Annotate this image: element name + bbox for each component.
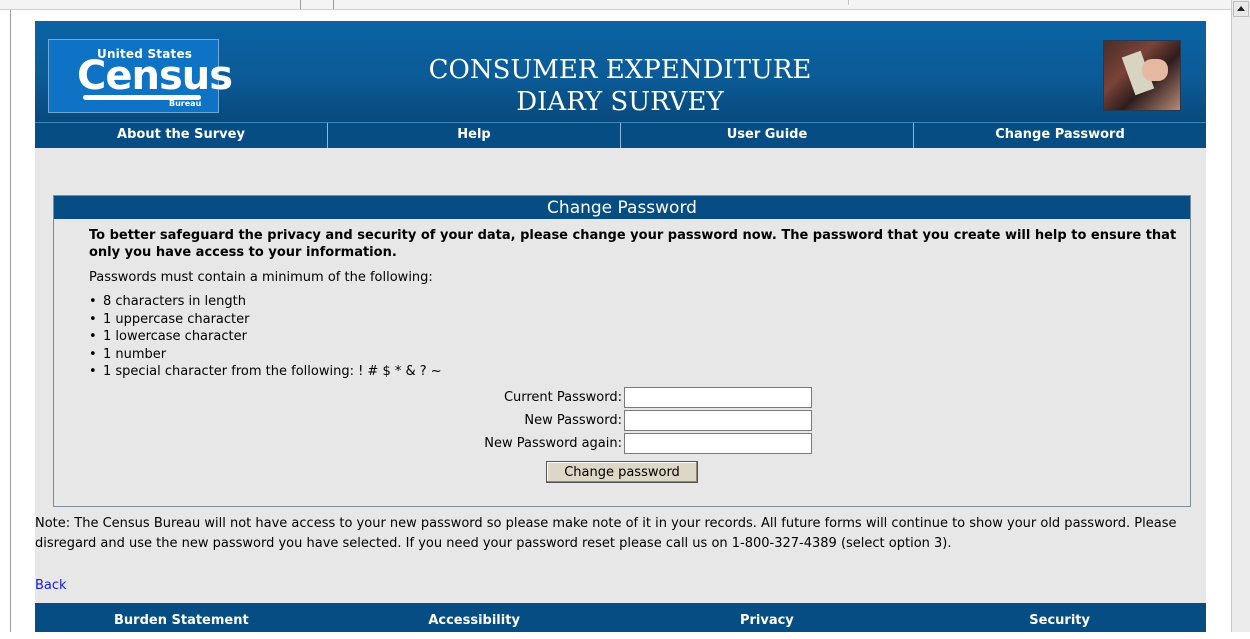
new-password-label: New Password: [524, 413, 622, 428]
census-bureau-logo[interactable]: United States Census Bureau [48, 39, 233, 113]
change-password-panel: Change Password To better safeguard the … [53, 195, 1191, 507]
requirements-intro: Passwords must contain a minimum of the … [89, 270, 433, 285]
current-password-label: Current Password: [503, 390, 622, 405]
intro-text: To better safeguard the privacy and secu… [89, 228, 1177, 260]
requirement-item: 1 number [89, 346, 442, 364]
requirement-item: 1 uppercase character [89, 311, 442, 329]
page-container: United States Census Bureau CONSUMER EXP… [35, 21, 1206, 632]
footer-privacy[interactable]: Privacy [621, 603, 914, 632]
vertical-scrollbar[interactable] [1231, 0, 1250, 632]
confirm-password-input[interactable] [624, 433, 812, 454]
current-password-input[interactable] [624, 387, 812, 408]
password-note: Note: The Census Bureau will not have ac… [35, 516, 1177, 551]
title-line-1: CONSUMER EXPENDITURE [428, 55, 812, 85]
new-password-row: New Password: [354, 410, 814, 432]
browser-top-strip [0, 0, 1232, 10]
requirements-list: 8 characters in length 1 uppercase chara… [89, 293, 442, 381]
logo-main-text: Census [77, 53, 233, 99]
page-title: CONSUMER EXPENDITURE DIARY SURVEY [335, 54, 905, 118]
footer-accessibility[interactable]: Accessibility [328, 603, 621, 632]
requirement-item: 1 lowercase character [89, 328, 442, 346]
back-link[interactable]: Back [35, 578, 67, 593]
main-nav: About the Survey Help User Guide Change … [35, 122, 1206, 148]
title-line-2: DIARY SURVEY [516, 87, 724, 117]
strip-divider [300, 0, 301, 9]
strip-divider [333, 0, 334, 9]
site-header: United States Census Bureau CONSUMER EXP… [35, 21, 1206, 122]
nav-help[interactable]: Help [328, 123, 621, 148]
window-left-edge [0, 10, 11, 632]
nav-about-survey[interactable]: About the Survey [35, 123, 328, 148]
scroll-up-arrow-icon[interactable] [1233, 1, 1249, 17]
site-footer: Burden Statement Accessibility Privacy S… [35, 603, 1206, 632]
nav-change-password[interactable]: Change Password [914, 123, 1206, 148]
photo-hand [1142, 59, 1168, 81]
confirm-password-row: New Password again: [354, 433, 814, 455]
panel-heading: Change Password [54, 196, 1190, 219]
change-password-button[interactable]: Change password [546, 461, 698, 483]
money-photo [1103, 40, 1181, 111]
nav-user-guide[interactable]: User Guide [621, 123, 914, 148]
current-password-row: Current Password: [354, 387, 814, 409]
strip-divider [848, 0, 849, 5]
requirement-item: 1 special character from the following: … [89, 363, 442, 381]
confirm-password-label: New Password again: [484, 436, 622, 451]
footer-security[interactable]: Security [913, 603, 1206, 632]
new-password-input[interactable] [624, 410, 812, 431]
requirement-item: 8 characters in length [89, 293, 442, 311]
logo-sub-text: Bureau [169, 99, 202, 108]
footer-burden-statement[interactable]: Burden Statement [35, 603, 328, 632]
